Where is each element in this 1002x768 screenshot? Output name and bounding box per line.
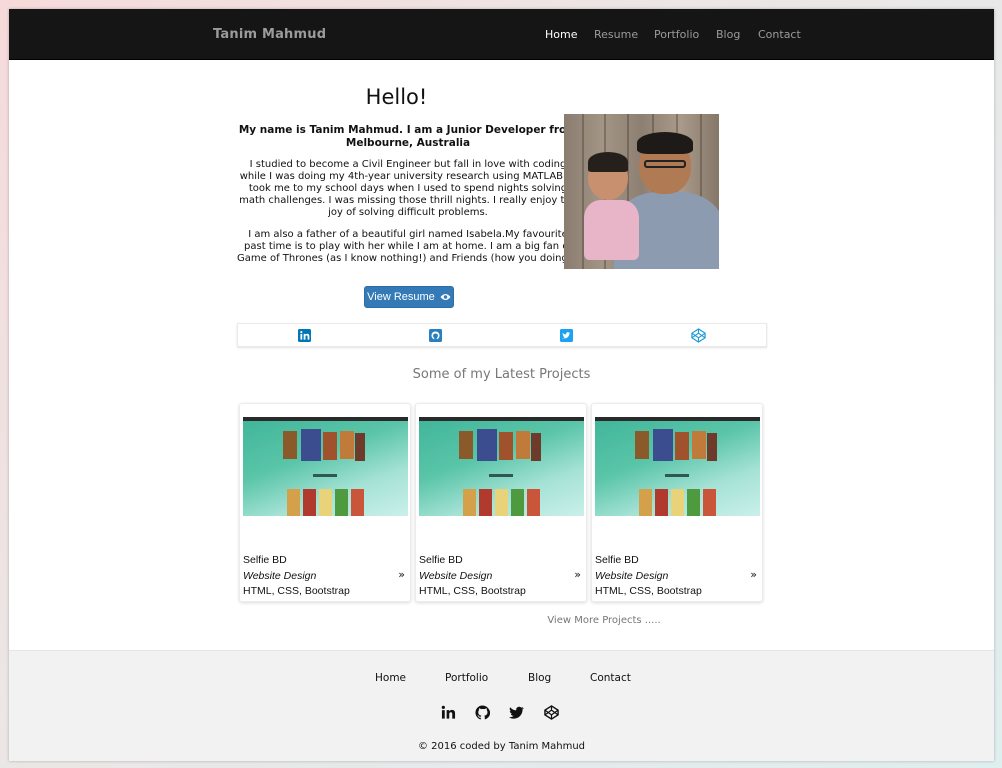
eye-icon xyxy=(440,294,451,301)
twitter-icon[interactable] xyxy=(509,705,524,720)
project-thumbnail xyxy=(595,417,760,516)
view-more-projects-link[interactable]: View More Projects ..... xyxy=(9,615,994,626)
chevron-right-icon[interactable]: » xyxy=(750,568,757,581)
view-resume-button[interactable]: View Resume xyxy=(364,286,454,308)
chevron-right-icon[interactable]: » xyxy=(398,568,405,581)
brand-link[interactable]: Tanim Mahmud xyxy=(213,27,326,42)
project-tech: HTML, CSS, Bootstrap xyxy=(243,585,350,597)
intro-paragraph-2: I am also a father of a beautiful girl n… xyxy=(237,229,579,264)
linkedin-icon[interactable] xyxy=(441,705,456,720)
project-title: Selfie BD xyxy=(419,554,463,566)
nav-portfolio[interactable]: Portfolio xyxy=(654,28,699,41)
project-type: Website Design xyxy=(419,570,493,582)
footer-nav-portfolio[interactable]: Portfolio xyxy=(445,672,488,684)
project-card[interactable]: Selfie BD Website Design HTML, CSS, Boot… xyxy=(415,403,587,602)
nav-blog[interactable]: Blog xyxy=(716,28,740,41)
profile-photo xyxy=(564,114,719,269)
latest-projects-heading: Some of my Latest Projects xyxy=(412,367,591,382)
intro-lead: My name is Tanim Mahmud. I am a Junior D… xyxy=(238,124,578,149)
github-icon[interactable] xyxy=(475,705,490,720)
project-thumbnail xyxy=(243,417,408,516)
navbar: Tanim Mahmud Home Resume Portfolio Blog … xyxy=(9,9,994,60)
copyright-text: © 2016 coded by Tanim Mahmud xyxy=(417,741,586,752)
project-title: Selfie BD xyxy=(595,554,639,566)
footer: Home Portfolio Blog Contact © 2016 coded… xyxy=(9,650,994,761)
codepen-icon[interactable] xyxy=(544,705,559,720)
chevron-right-icon[interactable]: » xyxy=(574,568,581,581)
social-links-bar xyxy=(237,323,767,347)
view-resume-label: View Resume xyxy=(367,291,435,303)
twitter-icon[interactable] xyxy=(560,329,573,342)
project-type: Website Design xyxy=(243,570,317,582)
intro-paragraph-1: I studied to become a Civil Engineer but… xyxy=(239,159,577,218)
linkedin-icon[interactable] xyxy=(298,329,311,342)
codepen-icon[interactable] xyxy=(691,328,706,343)
greeting-heading: Hello! xyxy=(365,85,428,109)
browser-window: Tanim Mahmud Home Resume Portfolio Blog … xyxy=(9,9,994,761)
project-card[interactable]: Selfie BD Website Design HTML, CSS, Boot… xyxy=(239,403,411,602)
footer-nav-home[interactable]: Home xyxy=(375,672,406,684)
footer-nav-contact[interactable]: Contact xyxy=(590,672,631,684)
project-tech: HTML, CSS, Bootstrap xyxy=(419,585,526,597)
project-tech: HTML, CSS, Bootstrap xyxy=(595,585,702,597)
nav-contact[interactable]: Contact xyxy=(758,28,801,41)
project-thumbnail xyxy=(419,417,584,516)
project-type: Website Design xyxy=(595,570,669,582)
github-icon[interactable] xyxy=(429,329,442,342)
project-card[interactable]: Selfie BD Website Design HTML, CSS, Boot… xyxy=(591,403,763,602)
nav-resume[interactable]: Resume xyxy=(594,28,638,41)
nav-home[interactable]: Home xyxy=(545,28,577,41)
project-title: Selfie BD xyxy=(243,554,287,566)
footer-nav-blog[interactable]: Blog xyxy=(528,672,551,684)
